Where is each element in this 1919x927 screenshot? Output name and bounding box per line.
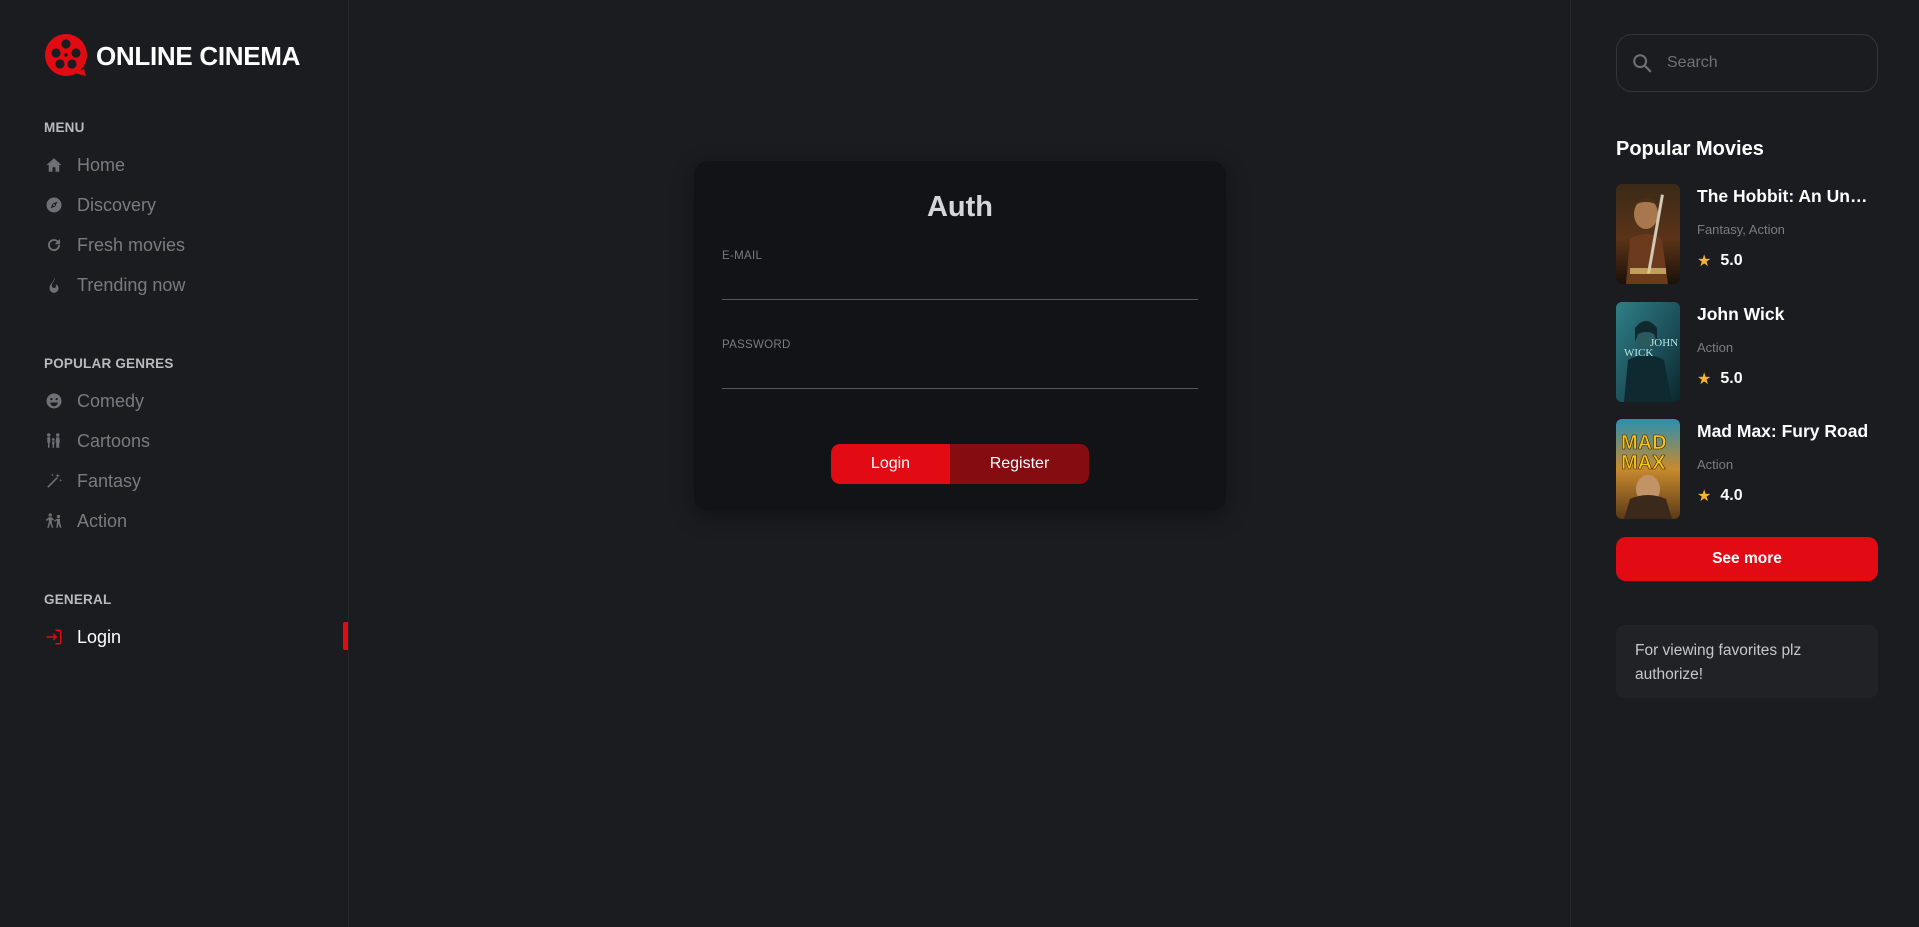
favorites-auth-note: For viewing favorites plz authorize! bbox=[1616, 625, 1878, 698]
popular-movies-title: Popular Movies bbox=[1616, 138, 1764, 160]
movie-title[interactable]: John Wick bbox=[1697, 304, 1877, 325]
menu-item-fantasy[interactable]: Fantasy bbox=[44, 461, 349, 501]
movie-poster[interactable]: JOHN WICK bbox=[1616, 302, 1680, 402]
auth-form: Auth E-MAIL PASSWORD Login Register bbox=[694, 161, 1226, 511]
see-more-button[interactable]: See more bbox=[1616, 537, 1878, 581]
movie-info: Mad Max: Fury Road Action ★ 4.0 bbox=[1697, 419, 1877, 519]
menu-item-label: Comedy bbox=[77, 390, 145, 411]
email-field-group: E-MAIL bbox=[722, 250, 1198, 300]
email-label: E-MAIL bbox=[722, 250, 763, 262]
compass-icon bbox=[44, 195, 64, 215]
menu-item-fresh-movies[interactable]: Fresh movies bbox=[44, 225, 349, 265]
email-input[interactable] bbox=[722, 266, 1198, 300]
menu-item-label: Cartoons bbox=[77, 430, 151, 451]
rating-value: 5.0 bbox=[1720, 252, 1743, 269]
fight-icon bbox=[44, 511, 64, 531]
svg-text:MAX: MAX bbox=[1621, 452, 1666, 474]
movie-item-hobbit[interactable]: The Hobbit: An Unexpected Journey Fantas… bbox=[1616, 184, 1878, 284]
left-sidebar: ONLINE CINEMA MENU Home Discovery Fresh … bbox=[0, 0, 349, 927]
general-heading: GENERAL bbox=[44, 592, 112, 607]
main-menu: MENU Home Discovery Fresh movies Trendin… bbox=[44, 120, 349, 305]
genres-heading: POPULAR GENRES bbox=[44, 356, 174, 371]
movie-title[interactable]: Mad Max: Fury Road bbox=[1697, 421, 1877, 442]
svg-text:WICK: WICK bbox=[1624, 347, 1653, 359]
menu-item-action[interactable]: Action bbox=[44, 501, 349, 541]
genres-menu: POPULAR GENRES Comedy Cartoons Fantasy A… bbox=[44, 356, 349, 541]
movie-info: The Hobbit: An Unexpected Journey Fantas… bbox=[1697, 184, 1877, 284]
search-box[interactable] bbox=[1616, 34, 1878, 92]
login-button[interactable]: Login bbox=[831, 444, 950, 484]
menu-item-label: Trending now bbox=[77, 274, 186, 295]
menu-item-label: Fresh movies bbox=[77, 234, 186, 255]
movie-rating: ★ 5.0 bbox=[1697, 369, 1877, 389]
auth-title: Auth bbox=[926, 191, 994, 223]
menu-item-discovery[interactable]: Discovery bbox=[44, 185, 349, 225]
menu-item-label: Discovery bbox=[77, 194, 157, 215]
star-icon: ★ bbox=[1697, 488, 1712, 505]
menu-item-cartoons[interactable]: Cartoons bbox=[44, 421, 349, 461]
rating-value: 4.0 bbox=[1720, 487, 1743, 504]
fire-icon bbox=[44, 275, 64, 295]
svg-text:JOHN: JOHN bbox=[1650, 337, 1678, 349]
active-indicator bbox=[343, 622, 348, 650]
magic-wand-icon bbox=[44, 471, 64, 491]
search-input[interactable] bbox=[1667, 54, 1857, 72]
general-menu: GENERAL Login bbox=[44, 592, 349, 657]
menu-item-login[interactable]: Login bbox=[44, 617, 349, 657]
movie-item-john-wick[interactable]: JOHN WICK John Wick Action ★ 5.0 bbox=[1616, 302, 1878, 402]
search-icon bbox=[1633, 54, 1652, 73]
menu-item-trending-now[interactable]: Trending now bbox=[44, 265, 349, 305]
family-icon bbox=[44, 431, 64, 451]
svg-text:MAD: MAD bbox=[1621, 432, 1667, 454]
movie-item-mad-max[interactable]: MAD MAX Mad Max: Fury Road Action ★ 4.0 bbox=[1616, 419, 1878, 519]
logo[interactable]: ONLINE CINEMA bbox=[44, 33, 300, 79]
movie-title[interactable]: The Hobbit: An Unexpected Journey bbox=[1697, 186, 1877, 207]
logo-text: ONLINE CINEMA bbox=[96, 40, 301, 71]
movie-poster[interactable]: MAD MAX bbox=[1616, 419, 1680, 519]
password-input[interactable] bbox=[722, 355, 1198, 389]
menu-item-label: Action bbox=[77, 510, 128, 531]
refresh-icon bbox=[44, 235, 64, 255]
movie-rating: ★ 5.0 bbox=[1697, 251, 1877, 271]
movie-poster[interactable] bbox=[1616, 184, 1680, 284]
menu-item-home[interactable]: Home bbox=[44, 145, 349, 185]
menu-item-label: Login bbox=[77, 626, 122, 647]
movie-genres: Action bbox=[1697, 340, 1734, 355]
menu-item-label: Fantasy bbox=[77, 470, 142, 491]
star-icon: ★ bbox=[1697, 371, 1712, 388]
menu-item-label: Home bbox=[77, 154, 126, 175]
menu-item-comedy[interactable]: Comedy bbox=[44, 381, 349, 421]
auth-buttons: Login Register bbox=[831, 444, 1089, 484]
menu-heading: MENU bbox=[44, 120, 85, 135]
movie-rating: ★ 4.0 bbox=[1697, 486, 1877, 506]
home-icon bbox=[44, 155, 64, 175]
rating-value: 5.0 bbox=[1720, 370, 1743, 387]
movie-genres: Action bbox=[1697, 457, 1734, 472]
movie-genres: Fantasy, Action bbox=[1697, 222, 1785, 237]
password-label: PASSWORD bbox=[722, 339, 791, 351]
right-sidebar: Popular Movies The Hobbit: An Unexpected… bbox=[1570, 0, 1919, 927]
film-reel-icon bbox=[45, 34, 87, 76]
star-icon: ★ bbox=[1697, 253, 1712, 270]
password-field-group: PASSWORD bbox=[722, 339, 1198, 389]
login-icon bbox=[44, 627, 64, 647]
movie-info: John Wick Action ★ 5.0 bbox=[1697, 302, 1877, 402]
register-button[interactable]: Register bbox=[950, 444, 1089, 484]
smile-icon bbox=[44, 391, 64, 411]
